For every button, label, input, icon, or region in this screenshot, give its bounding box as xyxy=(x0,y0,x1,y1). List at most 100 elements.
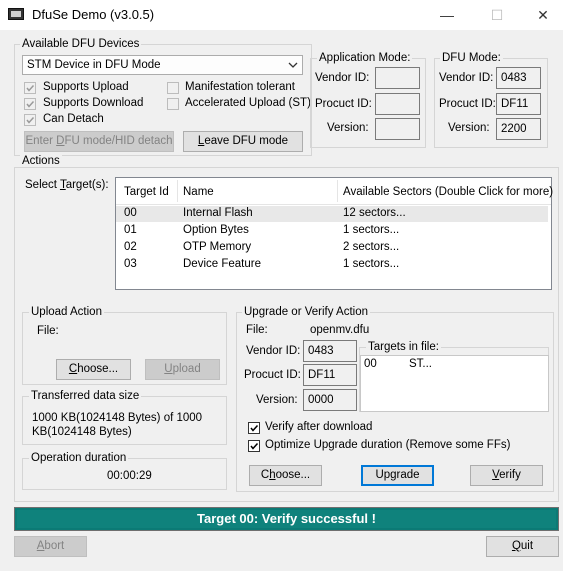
upload-action-label: Upload Action xyxy=(29,306,104,318)
application-mode-label: Application Mode: xyxy=(317,52,413,64)
row-target-id: 00 xyxy=(124,207,137,219)
targets-in-file-label: Targets in file: xyxy=(366,341,441,353)
file-target-id: 00 xyxy=(364,358,377,370)
table-row[interactable]: 01 Option Bytes 1 sectors... xyxy=(116,223,548,239)
upload-post: pload xyxy=(172,363,201,375)
dfu-product-id-field: DF11 xyxy=(496,93,541,115)
can-detach-checkbox[interactable] xyxy=(24,114,36,126)
accelerated-upload-checkbox[interactable] xyxy=(167,98,179,110)
verify-post: erify xyxy=(499,469,521,481)
device-select[interactable]: STM Device in DFU Mode xyxy=(22,55,303,75)
row-sectors: 2 sectors... xyxy=(343,241,400,253)
manifestation-tolerant-label: Manifestation tolerant xyxy=(185,81,295,93)
file-target-name: ST... xyxy=(409,358,433,370)
dfu-vendor-id-label: Vendor ID: xyxy=(439,72,494,84)
row-sectors: 1 sectors... xyxy=(343,224,400,236)
upgrade-product-id-label: Procuct ID: xyxy=(244,369,301,381)
column-target-id[interactable]: Target Id xyxy=(124,186,169,198)
row-target-id: 03 xyxy=(124,258,137,270)
quit-button[interactable]: Quit xyxy=(486,536,559,557)
dfu-devices-label: Available DFU Devices xyxy=(20,38,142,50)
upgrade-choose-button[interactable]: Choose... xyxy=(249,465,322,486)
upload-choose-button[interactable]: Choose... xyxy=(56,359,131,380)
column-divider xyxy=(337,180,338,202)
upgrade-verify-label: Upgrade or Verify Action xyxy=(242,306,371,318)
row-sectors: 12 sectors... xyxy=(343,207,406,219)
upgrade-vendor-id-label: Vendor ID: xyxy=(246,345,301,357)
minimize-button[interactable]: — xyxy=(424,0,470,30)
device-select-value: STM Device in DFU Mode xyxy=(27,59,161,71)
upgrade-version-field: 0000 xyxy=(303,389,357,411)
supports-upload-label: Supports Upload xyxy=(43,81,129,93)
targets-list[interactable]: Target Id Name Available Sectors (Double… xyxy=(115,177,553,290)
upload-choose-accel: C xyxy=(68,363,78,375)
app-version-field xyxy=(375,118,420,140)
duration-value: 00:00:29 xyxy=(107,470,152,482)
row-name: Option Bytes xyxy=(183,224,249,236)
verify-button[interactable]: Verify xyxy=(470,465,543,486)
targets-in-file-list[interactable]: 00 ST... xyxy=(360,355,549,412)
row-target-id: 02 xyxy=(124,241,137,253)
dfu-product-id-label: Procuct ID: xyxy=(439,98,496,110)
transferred-label: Transferred data size xyxy=(29,390,142,402)
table-row[interactable]: 03 Device Feature 1 sectors... xyxy=(116,257,548,273)
dfu-version-field: 2200 xyxy=(496,118,541,140)
verify-after-download-checkbox[interactable] xyxy=(248,422,260,434)
chevron-down-icon xyxy=(288,56,298,80)
upgrade-file-name: openmv.dfu xyxy=(310,324,370,336)
checkmark-icon xyxy=(26,116,35,124)
enter-dfu-text-pre: Enter xyxy=(25,135,57,147)
quit-accel: Q xyxy=(511,540,521,552)
row-target-id: 01 xyxy=(124,224,137,236)
row-name: OTP Memory xyxy=(183,241,252,253)
app-product-id-label: Procuct ID: xyxy=(315,98,372,110)
upgrade-product-id-field: DF11 xyxy=(303,364,357,386)
upload-file-label: File: xyxy=(37,325,59,337)
maximize-button[interactable]: ☐ xyxy=(474,0,520,30)
app-vendor-id-label: Vendor ID: xyxy=(315,72,370,84)
main-window: DfuSe Demo (v3.0.5) — ☐ ✕ Available DFU … xyxy=(0,0,564,571)
enter-dfu-mode-button[interactable]: Enter DFU mode/HID detach xyxy=(24,131,174,152)
status-bar: Target 00: Verify successful ! xyxy=(14,507,559,531)
checkmark-icon xyxy=(26,84,35,92)
accelerated-upload-label: Accelerated Upload (ST) xyxy=(185,97,311,109)
actions-label: Actions xyxy=(20,155,62,167)
supports-upload-checkbox[interactable] xyxy=(24,82,36,94)
title-bar[interactable]: DfuSe Demo (v3.0.5) — ☐ ✕ xyxy=(0,0,563,30)
supports-download-checkbox[interactable] xyxy=(24,98,36,110)
dfuse-chip-icon xyxy=(8,8,24,20)
upload-choose-post: hoose... xyxy=(77,363,119,375)
upgrade-choose-pre: C xyxy=(260,469,270,481)
dfu-mode-label: DFU Mode: xyxy=(440,52,503,64)
manifestation-tolerant-checkbox[interactable] xyxy=(167,82,179,94)
upgrade-file-label: File: xyxy=(246,324,268,336)
leave-dfu-mode-button[interactable]: Leave DFU mode xyxy=(183,131,303,152)
upload-button[interactable]: Upload xyxy=(145,359,220,380)
leave-dfu-text-post: eave DFU mode xyxy=(204,135,289,147)
app-vendor-id-field xyxy=(375,67,420,89)
upgrade-button[interactable]: Upgrade xyxy=(361,465,434,486)
optimize-upgrade-label: Optimize Upgrade duration (Remove some F… xyxy=(265,439,511,451)
upload-accel: U xyxy=(164,363,173,375)
close-button[interactable]: ✕ xyxy=(520,0,566,30)
column-name[interactable]: Name xyxy=(183,186,214,198)
optimize-upgrade-checkbox[interactable] xyxy=(248,440,260,452)
verify-after-download-label: Verify after download xyxy=(265,421,373,433)
supports-download-label: Supports Download xyxy=(43,97,144,109)
select-target-post: arget(s): xyxy=(65,179,109,191)
row-sectors: 1 sectors... xyxy=(343,258,400,270)
row-name: Internal Flash xyxy=(183,207,253,219)
table-row[interactable]: 00 Internal Flash 12 sectors... xyxy=(116,206,548,222)
upgrade-choose-post: oose... xyxy=(275,469,311,481)
dfu-version-label: Version: xyxy=(448,122,490,134)
upgrade-vendor-id-field: 0483 xyxy=(303,340,357,362)
table-row[interactable]: 02 OTP Memory 2 sectors... xyxy=(116,240,548,256)
abort-button[interactable]: Abort xyxy=(14,536,87,557)
select-target-label: Select Target(s): xyxy=(25,179,109,191)
dfu-vendor-id-field: 0483 xyxy=(496,67,541,89)
upgrade-version-label: Version: xyxy=(256,394,298,406)
transferred-value-line1: 1000 KB(1024148 Bytes) of 1000 xyxy=(32,412,203,424)
column-available-sectors[interactable]: Available Sectors (Double Click for more… xyxy=(343,186,553,198)
list-item[interactable]: 00 ST... xyxy=(361,358,548,373)
transferred-value-line2: KB(1024148 Bytes) xyxy=(32,426,132,438)
